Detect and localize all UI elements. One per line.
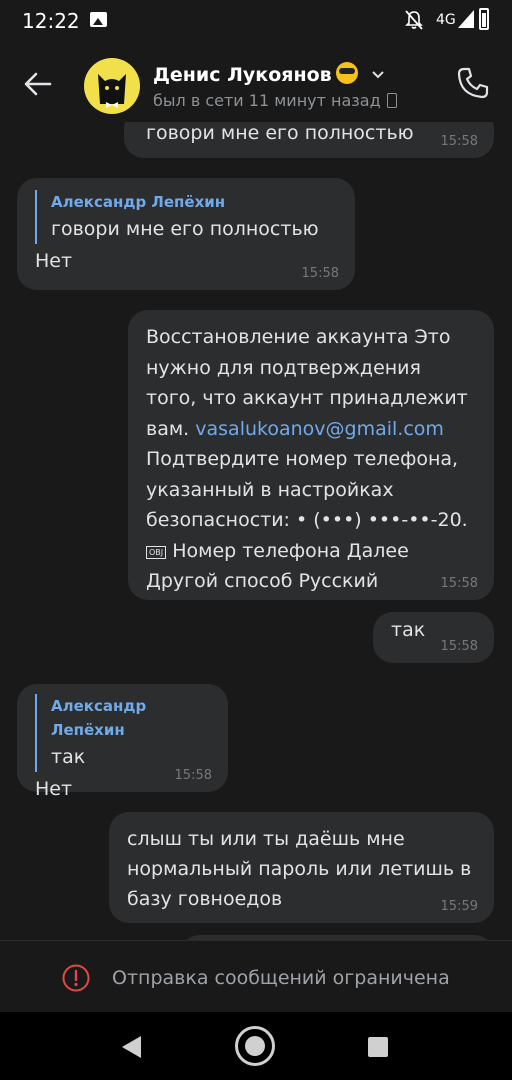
- message-text: говори мне его полностью: [146, 122, 414, 144]
- message-outgoing[interactable]: слыш ты или ты даёшь мне нормальный паро…: [109, 812, 494, 923]
- cat-avatar-icon: [98, 74, 126, 108]
- message-text: Подтвердите номер телефона, указанный в …: [146, 448, 468, 531]
- message-incoming[interactable]: Александр Лепёхин говори мне его полност…: [17, 178, 355, 290]
- nav-recents-icon[interactable]: [368, 1037, 388, 1057]
- notifications-off-icon: [405, 10, 423, 30]
- message-outgoing[interactable]: Восстановление аккаунта Это нужно для по…: [128, 310, 494, 600]
- gallery-icon: [90, 12, 107, 27]
- battery-icon: [479, 8, 489, 30]
- message-time: 15:58: [440, 576, 478, 591]
- last-seen-text: был в сети 11 минут назад: [153, 91, 381, 110]
- network-type: 4G: [436, 12, 456, 28]
- contact-name-text: Денис Лукоянов: [153, 64, 332, 86]
- restriction-text: Отправка сообщений ограничена: [112, 967, 450, 989]
- last-seen-status: был в сети 11 минут назад: [153, 91, 397, 110]
- message-text: Нет: [35, 250, 73, 272]
- status-time: 12:22: [22, 9, 80, 33]
- message-time: 15:58: [174, 768, 212, 783]
- message-list[interactable]: говори мне его полностью 15:58 Александр…: [0, 122, 512, 940]
- reply-text: говори мне его полностью: [51, 218, 319, 240]
- message-outgoing[interactable]: говори мне его полностью 15:58: [124, 122, 494, 158]
- message-time: 15:59: [440, 899, 478, 914]
- chat-header: Денис Лукоянов был в сети 11 минут назад: [0, 44, 512, 122]
- email-link[interactable]: vasalukoanov@gmail.com: [195, 418, 444, 440]
- warning-icon: [62, 964, 90, 992]
- reply-quote[interactable]: Александр Лепёхин говори мне его полност…: [35, 190, 337, 244]
- phone-call-icon[interactable]: [456, 66, 490, 100]
- message-text: Номер телефона Далее Другой способ Русск…: [146, 539, 409, 593]
- mobile-device-icon: [386, 93, 397, 108]
- sunglasses-emoji-icon: [335, 62, 358, 84]
- nav-back-icon[interactable]: [122, 1036, 141, 1058]
- avatar[interactable]: [84, 58, 140, 114]
- message-incoming[interactable]: Александр Лепёхин так Нет 15:58: [17, 684, 228, 800]
- back-arrow-icon[interactable]: [22, 68, 54, 100]
- message-outgoing[interactable]: так 15:58: [373, 612, 494, 663]
- nav-home-icon[interactable]: [235, 1026, 275, 1066]
- message-time: 15:58: [301, 266, 339, 281]
- message-time: 15:58: [440, 134, 478, 149]
- reply-author: Александр Лепёхин: [51, 193, 226, 211]
- reply-quote[interactable]: Александр Лепёхин так: [35, 694, 210, 772]
- system-nav-bar: [0, 1012, 512, 1080]
- message-text: так: [391, 619, 426, 641]
- chevron-down-icon[interactable]: [372, 71, 384, 79]
- contact-name[interactable]: Денис Лукоянов: [153, 62, 358, 86]
- messaging-restricted-bar: Отправка сообщений ограничена: [0, 940, 512, 1013]
- signal-icon: [458, 10, 474, 28]
- object-placeholder-icon: OBJ: [146, 545, 167, 559]
- reply-author: Александр Лепёхин: [51, 697, 147, 739]
- message-time: 15:58: [440, 639, 478, 654]
- message-text: слыш ты или ты даёшь мне нормальный паро…: [127, 828, 472, 910]
- status-bar: 12:22 4G: [0, 0, 512, 44]
